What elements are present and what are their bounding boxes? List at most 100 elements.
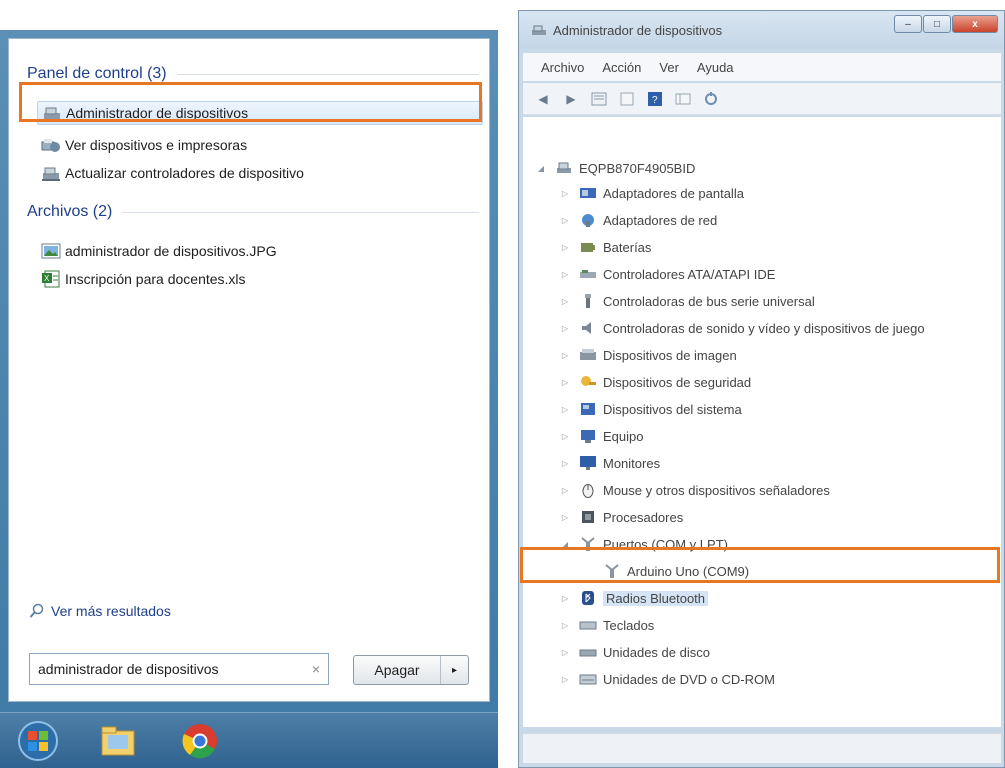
tree-label: Procesadores bbox=[603, 509, 684, 525]
result-item-label: Actualizar controladores de dispositivo bbox=[65, 165, 304, 181]
devices-printers-icon bbox=[41, 136, 61, 154]
tree-node[interactable]: ▷ Controladores ATA/ATAPI IDE bbox=[559, 261, 776, 287]
minimize-button[interactable]: – bbox=[894, 15, 922, 33]
device-manager-window: Administrador de dispositivos – □ x Arch… bbox=[518, 10, 1005, 768]
tree-node[interactable]: ▷ Unidades de disco bbox=[559, 639, 710, 665]
group-header-files: Archivos (2) bbox=[27, 203, 479, 221]
expand-icon[interactable]: ▷ bbox=[559, 621, 571, 630]
network-adapter-icon bbox=[579, 212, 597, 228]
tree-node[interactable]: ▷ Radios Bluetooth bbox=[559, 585, 709, 611]
title-bar[interactable]: Administrador de dispositivos – □ x bbox=[519, 11, 1004, 49]
shutdown-button[interactable]: Apagar ▸ bbox=[353, 655, 469, 685]
tree-root[interactable]: ◢ EQPB870F4905BID bbox=[535, 155, 695, 181]
tree-node[interactable]: ▷ Controladoras de bus serie universal bbox=[559, 288, 815, 314]
result-item-update-drivers[interactable]: Actualizar controladores de dispositivo bbox=[41, 161, 304, 185]
start-orb-icon[interactable] bbox=[14, 719, 62, 763]
tree-label: Monitores bbox=[603, 455, 661, 471]
expand-icon[interactable]: ▷ bbox=[559, 243, 571, 252]
svg-text:?: ? bbox=[652, 95, 658, 106]
tree-node[interactable]: ▷ Dispositivos de imagen bbox=[559, 342, 737, 368]
tree-label: Controladoras de sonido y vídeo y dispos… bbox=[603, 320, 925, 336]
help-icon[interactable]: ? bbox=[645, 90, 665, 108]
monitor-icon bbox=[579, 455, 597, 471]
back-icon[interactable]: ◀ bbox=[533, 90, 553, 108]
expand-icon[interactable]: ▷ bbox=[559, 648, 571, 657]
menu-accion[interactable]: Acción bbox=[602, 60, 641, 75]
search-input[interactable]: administrador de dispositivos × bbox=[29, 653, 329, 685]
battery-icon bbox=[579, 239, 597, 255]
result-item-xls-file[interactable]: X Inscripción para docentes.xls bbox=[41, 267, 246, 291]
result-item-jpg-file[interactable]: administrador de dispositivos.JPG bbox=[41, 239, 277, 263]
maximize-button[interactable]: □ bbox=[923, 15, 951, 33]
tree-child-arduino[interactable]: Arduino Uno (COM9) bbox=[583, 558, 749, 584]
divider bbox=[176, 73, 479, 75]
collapse-icon[interactable]: ◢ bbox=[535, 164, 547, 173]
group-header-label: Panel de control (3) bbox=[27, 65, 167, 82]
computer-icon bbox=[555, 160, 573, 176]
security-device-icon bbox=[579, 374, 597, 390]
tree-label: Radios Bluetooth bbox=[603, 590, 709, 606]
port-icon bbox=[603, 563, 621, 579]
expand-icon[interactable]: ▷ bbox=[559, 351, 571, 360]
window-controls: – □ x bbox=[893, 15, 998, 33]
search-input-value: administrador de dispositivos bbox=[38, 661, 219, 677]
tree-node[interactable]: ▷ Adaptadores de red bbox=[559, 207, 717, 233]
tree-node-expanded[interactable]: ◢ Puertos (COM y LPT) bbox=[559, 531, 728, 557]
usb-controller-icon bbox=[579, 293, 597, 309]
see-more-results-link[interactable]: Ver más resultados bbox=[29, 603, 171, 619]
expand-icon[interactable]: ▷ bbox=[559, 432, 571, 441]
result-item-devices-printers[interactable]: Ver dispositivos e impresoras bbox=[41, 133, 247, 157]
tree-node[interactable]: ▷ Dispositivos del sistema bbox=[559, 396, 742, 422]
expand-icon[interactable]: ▷ bbox=[559, 324, 571, 333]
expand-icon[interactable]: ▷ bbox=[559, 513, 571, 522]
refresh-icon[interactable] bbox=[617, 90, 637, 108]
expand-icon[interactable]: ▷ bbox=[559, 486, 571, 495]
expand-icon[interactable]: ▷ bbox=[559, 675, 571, 684]
start-menu: Panel de control (3) Administrador de di… bbox=[0, 30, 498, 768]
expand-icon[interactable]: ▷ bbox=[559, 459, 571, 468]
tree-node[interactable]: ▷ Controladoras de sonido y vídeo y dispo… bbox=[559, 315, 925, 341]
expand-icon[interactable]: ▷ bbox=[559, 378, 571, 387]
tree-label: Dispositivos de seguridad bbox=[603, 374, 752, 390]
tree-node[interactable]: ▷ Procesadores bbox=[559, 504, 683, 530]
expand-icon[interactable]: ▷ bbox=[559, 270, 571, 279]
tree-node[interactable]: ▷ Teclados bbox=[559, 612, 654, 638]
expand-icon[interactable]: ▷ bbox=[559, 297, 571, 306]
tree-label: Mouse y otros dispositivos señaladores bbox=[603, 482, 830, 498]
expand-icon[interactable]: ▷ bbox=[559, 405, 571, 414]
tree-node[interactable]: ▷ Adaptadores de pantalla bbox=[559, 180, 744, 206]
device-manager-icon bbox=[531, 23, 547, 42]
forward-icon[interactable]: ▶ bbox=[561, 90, 581, 108]
tree-node[interactable]: ▷ Unidades de DVD o CD-ROM bbox=[559, 666, 775, 692]
toolbar: ◀ ▶ ? bbox=[523, 83, 1001, 115]
divider bbox=[122, 211, 479, 213]
scan-icon[interactable] bbox=[701, 90, 721, 108]
tree-node[interactable]: ▷ Mouse y otros dispositivos señaladores bbox=[559, 477, 830, 503]
menu-ayuda[interactable]: Ayuda bbox=[697, 60, 734, 75]
group-header-label: Archivos (2) bbox=[27, 203, 113, 220]
result-item-label: Inscripción para docentes.xls bbox=[65, 271, 246, 287]
tree-label: Dispositivos de imagen bbox=[603, 347, 737, 363]
menu-ver[interactable]: Ver bbox=[659, 60, 679, 75]
menu-archivo[interactable]: Archivo bbox=[541, 60, 584, 75]
window-title: Administrador de dispositivos bbox=[553, 23, 723, 38]
tree-label: Equipo bbox=[603, 428, 644, 444]
shutdown-options-arrow-icon[interactable]: ▸ bbox=[440, 656, 468, 684]
tree-node[interactable]: ▷ Monitores bbox=[559, 450, 660, 476]
chrome-icon[interactable] bbox=[176, 719, 224, 763]
expand-icon[interactable]: ▷ bbox=[559, 189, 571, 198]
result-item-device-manager[interactable]: Administrador de dispositivos bbox=[37, 101, 483, 125]
close-button[interactable]: x bbox=[952, 15, 998, 33]
view-icon[interactable] bbox=[673, 90, 693, 108]
tree-node[interactable]: ▷ Dispositivos de seguridad bbox=[559, 369, 751, 395]
clear-search-icon[interactable]: × bbox=[312, 661, 320, 677]
expand-icon[interactable]: ▷ bbox=[559, 216, 571, 225]
tree-node[interactable]: ▷ Baterías bbox=[559, 234, 652, 260]
expand-icon[interactable]: ▷ bbox=[559, 594, 571, 603]
tree-node[interactable]: ▷ Equipo bbox=[559, 423, 644, 449]
tree-label: Baterías bbox=[603, 239, 652, 255]
properties-icon[interactable] bbox=[589, 90, 609, 108]
collapse-icon[interactable]: ◢ bbox=[559, 540, 571, 549]
imaging-device-icon bbox=[579, 347, 597, 363]
explorer-icon[interactable] bbox=[94, 719, 142, 763]
